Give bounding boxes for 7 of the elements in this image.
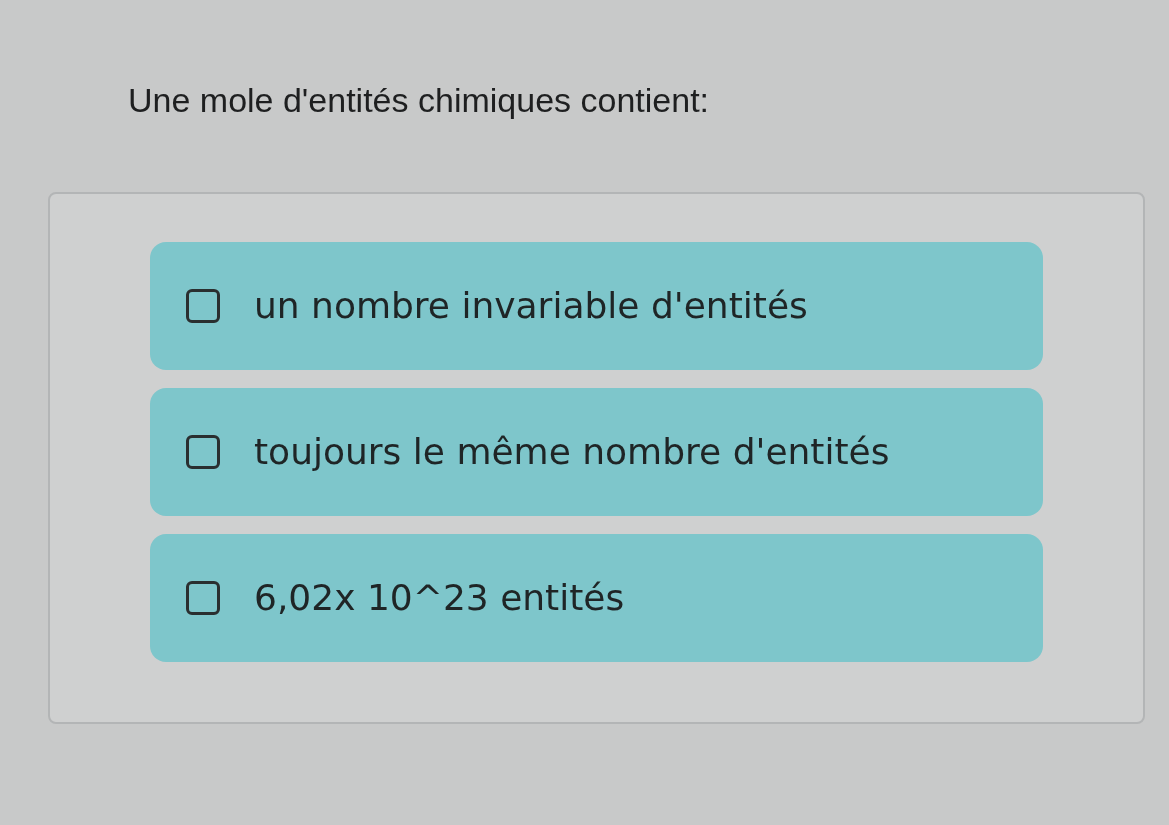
answer-option[interactable]: un nombre invariable d'entités bbox=[150, 242, 1043, 370]
answer-option[interactable]: toujours le même nombre d'entités bbox=[150, 388, 1043, 516]
answer-option[interactable]: 6,02x 10^23 entités bbox=[150, 534, 1043, 662]
checkbox[interactable] bbox=[186, 581, 220, 615]
checkbox[interactable] bbox=[186, 435, 220, 469]
checkbox[interactable] bbox=[186, 289, 220, 323]
question-text: Une mole d'entités chimiques contient: bbox=[128, 80, 711, 121]
